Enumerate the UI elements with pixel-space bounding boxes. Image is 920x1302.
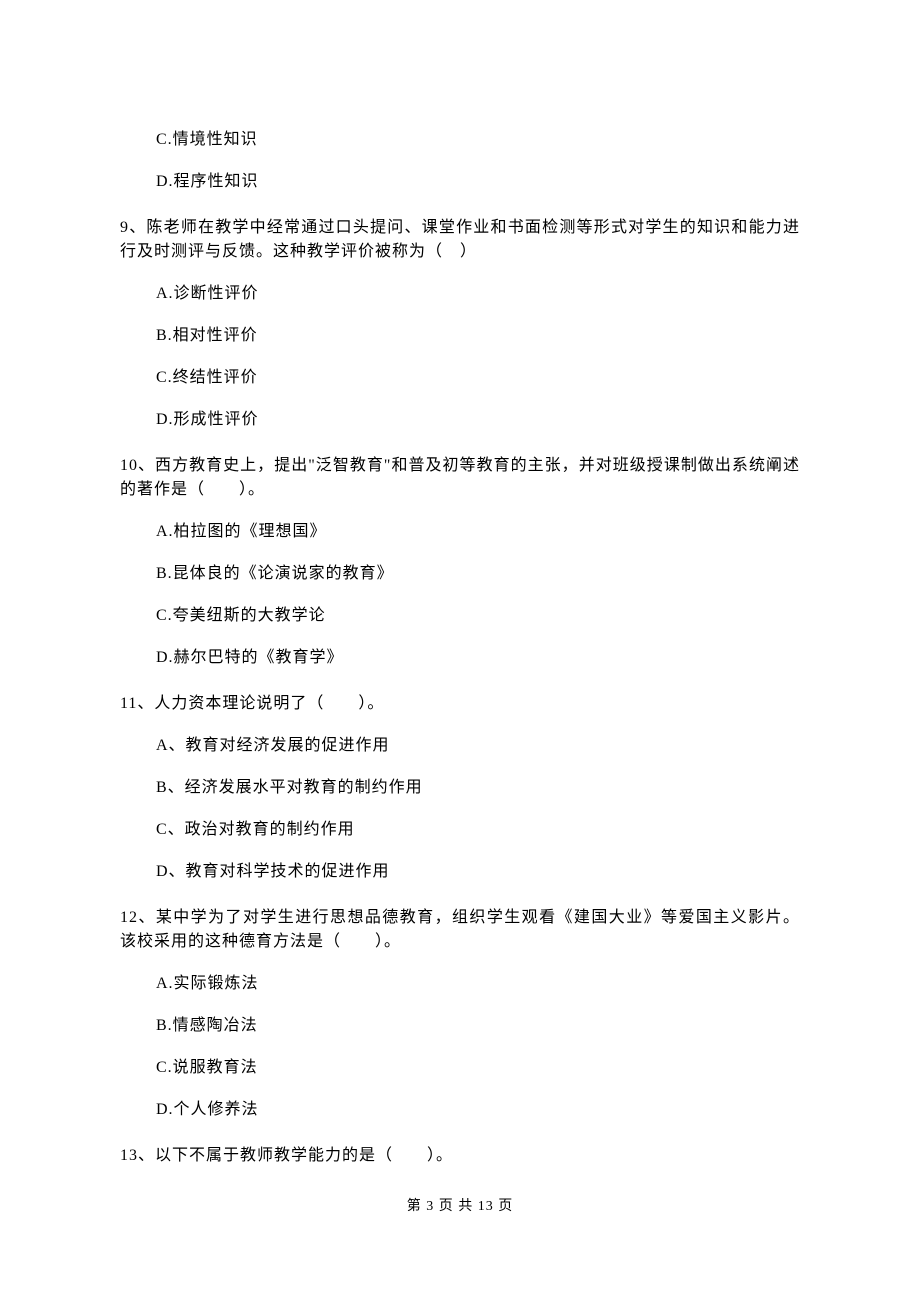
option-12-a: A.实际锻炼法 [156,972,800,996]
option-9-a: A.诊断性评价 [156,282,800,306]
option-11-b: B、经济发展水平对教育的制约作用 [156,776,800,800]
option-10-b: B.昆体良的《论演说家的教育》 [156,562,800,586]
option-11-d: D、教育对科学技术的促进作用 [156,860,800,884]
question-13-stem: 13、以下不属于教师教学能力的是（ ）。 [120,1144,800,1168]
question-11-stem: 11、人力资本理论说明了（ ）。 [120,692,800,716]
option-8-c: C.情境性知识 [156,128,800,152]
option-12-c: C.说服教育法 [156,1056,800,1080]
option-8-d: D.程序性知识 [156,170,800,194]
page-content: C.情境性知识 D.程序性知识 9、陈老师在教学中经常通过口头提问、课堂作业和书… [0,0,920,1257]
page-footer: 第 3 页 共 13 页 [120,1196,800,1217]
question-10-stem: 10、西方教育史上，提出"泛智教育"和普及初等教育的主张，并对班级授课制做出系统… [120,454,800,502]
question-9-stem: 9、陈老师在教学中经常通过口头提问、课堂作业和书面检测等形式对学生的知识和能力进… [120,216,800,264]
option-11-c: C、政治对教育的制约作用 [156,818,800,842]
option-12-d: D.个人修养法 [156,1098,800,1122]
option-12-b: B.情感陶冶法 [156,1014,800,1038]
option-9-d: D.形成性评价 [156,408,800,432]
option-11-a: A、教育对经济发展的促进作用 [156,734,800,758]
question-12-stem: 12、某中学为了对学生进行思想品德教育，组织学生观看《建国大业》等爱国主义影片。… [120,906,800,954]
option-10-a: A.柏拉图的《理想国》 [156,520,800,544]
option-10-d: D.赫尔巴特的《教育学》 [156,646,800,670]
option-9-c: C.终结性评价 [156,366,800,390]
option-9-b: B.相对性评价 [156,324,800,348]
option-10-c: C.夸美纽斯的大教学论 [156,604,800,628]
